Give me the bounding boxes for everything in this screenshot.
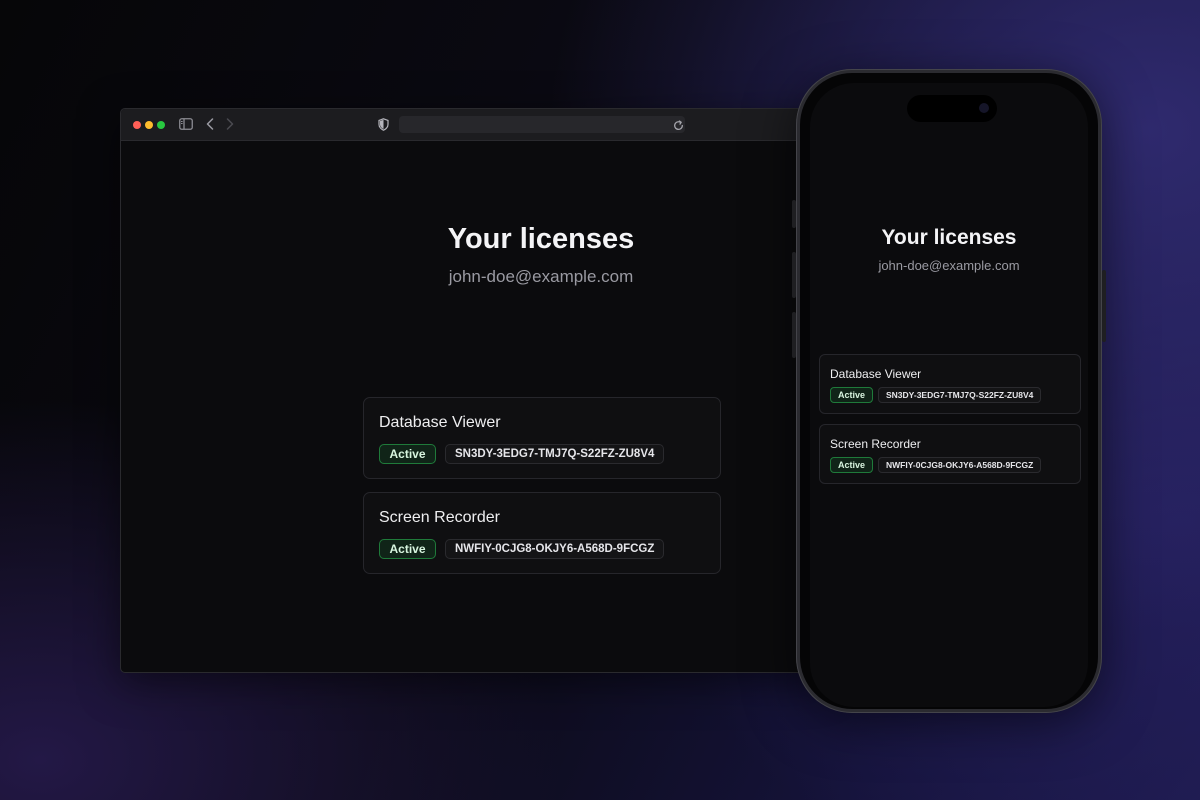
status-badge: Active: [830, 457, 873, 473]
license-card: Database Viewer Active SN3DY-3EDG7-TMJ7Q…: [363, 397, 721, 479]
account-email: john-doe@example.com: [448, 267, 634, 286]
chevron-right-icon[interactable]: [225, 117, 235, 131]
chevron-left-icon[interactable]: [205, 117, 215, 131]
license-product-name: Database Viewer: [830, 367, 922, 381]
status-badge: Active: [379, 444, 436, 464]
phone-screen: Your licenses john-doe@example.com Datab…: [810, 83, 1088, 707]
account-email: john-doe@example.com: [878, 258, 1020, 273]
license-key[interactable]: NWFIY-0CJG8-OKJY6-A568D-9FCGZ: [878, 457, 1042, 473]
license-key[interactable]: SN3DY-3EDG7-TMJ7Q-S22FZ-ZU8V4: [445, 444, 665, 464]
sidebar-icon[interactable]: [179, 117, 193, 131]
license-card: Screen Recorder Active NWFIY-0CJG8-OKJY6…: [363, 492, 721, 574]
camera-icon: [979, 103, 989, 113]
status-badge: Active: [379, 539, 436, 559]
browser-page: Your licenses john-doe@example.com Datab…: [121, 141, 821, 672]
phone-frame: Your licenses john-doe@example.com Datab…: [796, 69, 1102, 713]
license-key[interactable]: NWFIY-0CJG8-OKJY6-A568D-9FCGZ: [445, 539, 665, 559]
browser-window: Your licenses john-doe@example.com Datab…: [120, 108, 822, 673]
dynamic-island: [907, 95, 997, 122]
close-window-button[interactable]: [133, 121, 141, 129]
address-bar[interactable]: [399, 116, 685, 133]
page-title: Your licenses: [447, 223, 635, 255]
zoom-window-button[interactable]: [157, 121, 165, 129]
minimize-window-button[interactable]: [145, 121, 153, 129]
license-card: Screen Recorder Active NWFIY-0CJG8-OKJY6…: [819, 424, 1081, 484]
license-product-name: Screen Recorder: [379, 509, 500, 526]
shield-icon[interactable]: [377, 117, 389, 131]
reload-icon[interactable]: [672, 118, 684, 132]
browser-toolbar: [121, 109, 821, 141]
phone-bezel: Your licenses john-doe@example.com Datab…: [800, 73, 1098, 709]
page-title: Your licenses: [881, 226, 1017, 249]
phone-power-button: [1102, 270, 1106, 342]
license-card: Database Viewer Active SN3DY-3EDG7-TMJ7Q…: [819, 354, 1081, 414]
status-badge: Active: [830, 387, 873, 403]
license-key[interactable]: SN3DY-3EDG7-TMJ7Q-S22FZ-ZU8V4: [878, 387, 1042, 403]
license-product-name: Database Viewer: [379, 414, 501, 431]
license-product-name: Screen Recorder: [830, 437, 921, 451]
